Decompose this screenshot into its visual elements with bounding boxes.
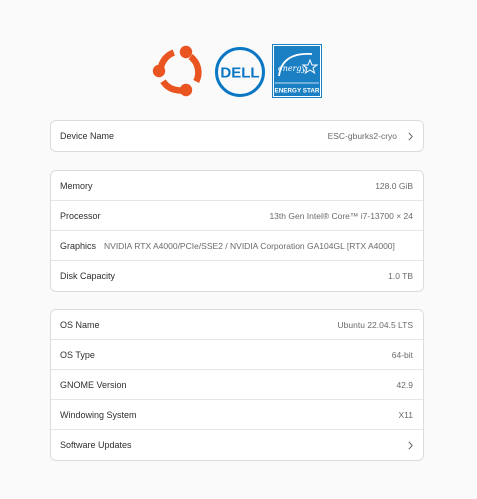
- memory-label: Memory: [60, 180, 93, 191]
- dell-logo-icon: DELL: [215, 47, 265, 97]
- windowing-system-label: Windowing System: [60, 409, 137, 420]
- os-type-row: OS Type 64-bit: [51, 340, 423, 370]
- os-name-row: OS Name Ubuntu 22.04.5 LTS: [51, 310, 423, 340]
- ubuntu-logo-icon: [152, 45, 202, 97]
- vendor-logos: DELL energy ENERGY STAR: [0, 42, 477, 98]
- device-name-value: ESC-gburks2-cryo: [327, 131, 397, 141]
- software-updates-label: Software Updates: [60, 440, 132, 450]
- chevron-right-icon: [407, 131, 413, 141]
- windowing-system-value: X11: [398, 409, 414, 420]
- chevron-right-icon: [407, 440, 413, 450]
- processor-row: Processor 13th Gen Intel® Core™ i7-13700…: [51, 201, 423, 231]
- software-updates-row[interactable]: Software Updates: [51, 430, 423, 460]
- disk-capacity-value: 1.0 TB: [388, 271, 413, 281]
- os-type-label: OS Type: [60, 349, 95, 360]
- hardware-info-card: Memory 128.0 GiB Processor 13th Gen Inte…: [50, 170, 424, 292]
- graphics-row: Graphics NVIDIA RTX A4000/PCIe/SSE2 / NV…: [51, 231, 423, 261]
- energy-star-label: ENERGY STAR: [275, 88, 320, 95]
- processor-value: 13th Gen Intel® Core™ i7-13700 × 24: [269, 210, 413, 221]
- processor-label: Processor: [60, 210, 101, 221]
- os-type-value: 64-bit: [391, 349, 413, 360]
- device-name-row[interactable]: Device Name ESC-gburks2-cryo: [51, 121, 423, 151]
- memory-row: Memory 128.0 GiB: [51, 171, 423, 201]
- energy-star-logo-icon: energy ENERGY STAR: [272, 44, 322, 98]
- os-name-value: Ubuntu 22.04.5 LTS: [337, 319, 413, 330]
- disk-capacity-label: Disk Capacity: [60, 271, 116, 281]
- gnome-version-label: GNOME Version: [60, 379, 127, 390]
- energy-star-script: energy: [278, 64, 307, 73]
- gnome-version-row: GNOME Version 42.9: [51, 370, 423, 400]
- graphics-label: Graphics: [60, 240, 97, 251]
- graphics-value: NVIDIA RTX A4000/PCIe/SSE2 / NVIDIA Corp…: [104, 240, 395, 251]
- device-name-card: Device Name ESC-gburks2-cryo: [50, 120, 424, 152]
- dell-logo-text: DELL: [220, 65, 259, 82]
- windowing-system-row: Windowing System X11: [51, 400, 423, 430]
- os-name-label: OS Name: [60, 319, 100, 330]
- disk-capacity-row: Disk Capacity 1.0 TB: [51, 261, 423, 291]
- device-name-label: Device Name: [60, 131, 115, 141]
- memory-value: 128.0 GiB: [375, 180, 413, 191]
- os-info-card: OS Name Ubuntu 22.04.5 LTS OS Type 64-bi…: [50, 309, 424, 461]
- gnome-version-value: 42.9: [396, 379, 413, 390]
